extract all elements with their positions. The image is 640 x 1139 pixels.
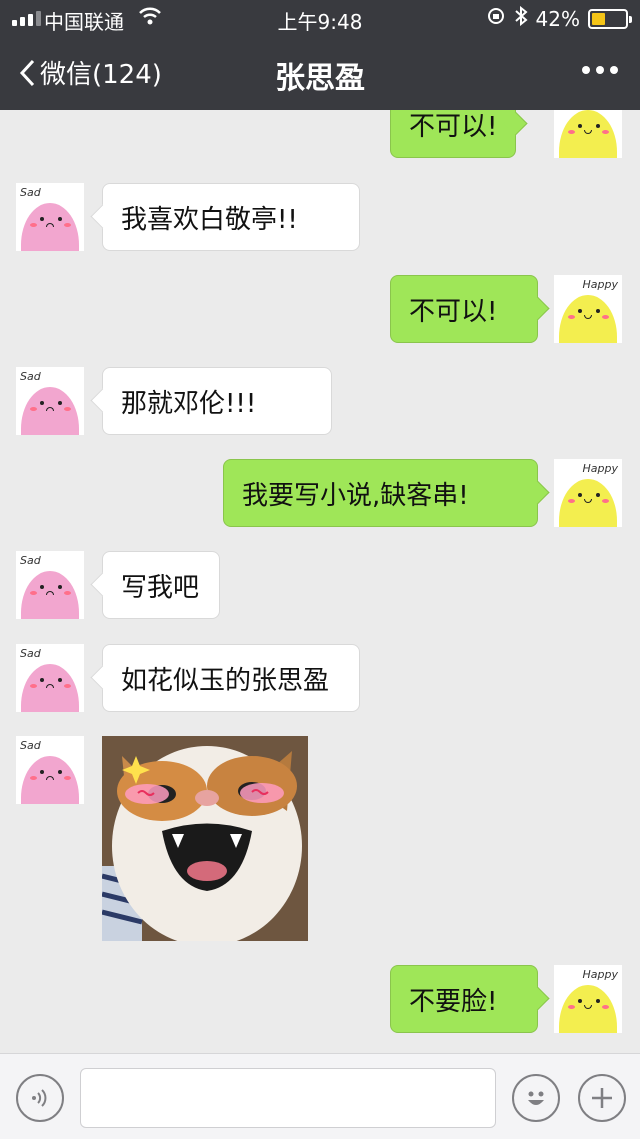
avatar-contact[interactable]: Sad [16, 183, 84, 251]
emoji-icon [528, 1091, 544, 1105]
lock-rotation-icon [486, 6, 506, 31]
avatar-contact[interactable]: Sad [16, 736, 84, 804]
avatar-contact[interactable]: Sad [16, 551, 84, 619]
voice-button[interactable] [16, 1074, 64, 1122]
avatar-contact[interactable]: Sad [16, 367, 84, 435]
avatar-contact[interactable]: Sad [16, 644, 84, 712]
battery-percent: 42% [535, 6, 580, 31]
voice-icon [32, 1089, 47, 1107]
more-dots-icon[interactable] [582, 66, 618, 74]
avatar-self[interactable]: Happy [554, 965, 622, 1033]
message-bubble-contact[interactable]: 写我吧 [102, 551, 220, 619]
emoji-button[interactable] [512, 1074, 560, 1122]
battery-icon [588, 8, 632, 29]
cat-sticker-image[interactable] [102, 736, 308, 941]
navigation-bar: 微信(124) 张思盈 [0, 36, 640, 110]
avatar-self[interactable]: Happy [554, 275, 622, 343]
message-bubble-contact[interactable]: 如花似玉的张思盈 [102, 644, 360, 712]
message-input[interactable] [80, 1068, 496, 1128]
input-bar [0, 1053, 640, 1139]
message-bubble-self[interactable]: 不可以! [390, 275, 538, 343]
chat-title: 张思盈 [275, 61, 365, 96]
plus-button[interactable] [578, 1074, 626, 1122]
status-bar: 中国联通 上午9:48 42% [0, 0, 640, 36]
message-bubble-contact[interactable]: 我喜欢白敬亭!! [102, 183, 360, 251]
plus-icon [592, 1088, 612, 1108]
message-bubble-self[interactable]: 我要写小说,缺客串! [223, 459, 538, 527]
top-bar: 中国联通 上午9:48 42% 微信(124) 张思盈 [0, 0, 640, 110]
message-bubble-self[interactable]: 不要脸! [390, 965, 538, 1033]
avatar-self[interactable]: Happy [554, 459, 622, 527]
battery-fill [592, 12, 606, 25]
bluetooth-icon [514, 5, 528, 31]
message-bubble-contact[interactable]: 那就邓伦!!! [102, 367, 332, 435]
